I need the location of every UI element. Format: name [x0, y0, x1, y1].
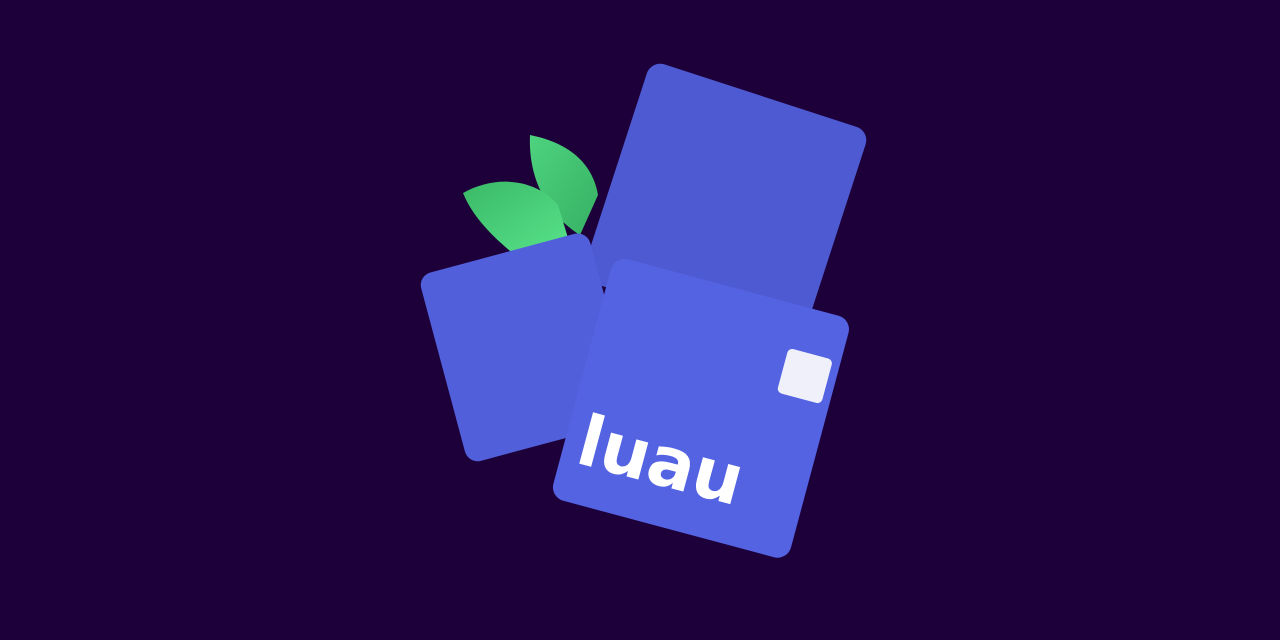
banner: luau [0, 0, 1280, 640]
luau-logo: luau [420, 63, 867, 558]
